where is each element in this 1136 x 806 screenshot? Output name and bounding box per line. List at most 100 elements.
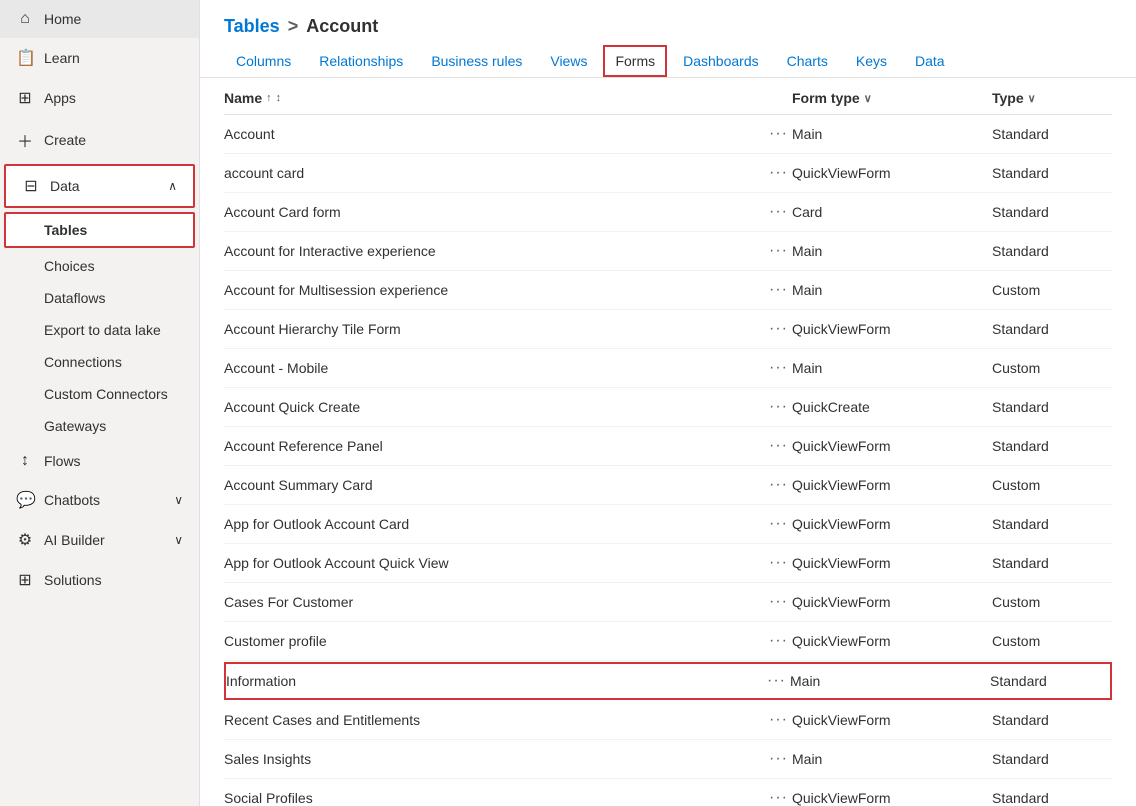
row-more-options-button[interactable]: ··· <box>765 476 792 494</box>
table-row[interactable]: Cases For Customer ··· QuickViewForm Cus… <box>224 583 1112 622</box>
row-name-text: Account for Interactive experience <box>224 243 436 259</box>
table-row[interactable]: Account - Mobile ··· Main Custom <box>224 349 1112 388</box>
sidebar-item-custom-connectors[interactable]: Custom Connectors <box>0 378 199 410</box>
tab-data[interactable]: Data <box>903 45 957 77</box>
tab-relationships[interactable]: Relationships <box>307 45 415 77</box>
row-more-options-button[interactable]: ··· <box>765 437 792 455</box>
tab-keys[interactable]: Keys <box>844 45 899 77</box>
row-name-cell: Information <box>226 673 763 689</box>
table-row[interactable]: Account for Interactive experience ··· M… <box>224 232 1112 271</box>
sidebar: ⌂ Home 📋 Learn ⊞ Apps ＋ Create ⊟ Data ∧ … <box>0 0 200 806</box>
data-icon: ⊟ <box>22 176 40 196</box>
sidebar-item-solutions[interactable]: ⊞ Solutions <box>0 560 199 600</box>
row-more-options-button[interactable]: ··· <box>765 164 792 182</box>
row-name-cell: Account for Interactive experience <box>224 243 765 259</box>
row-name-text: Recent Cases and Entitlements <box>224 712 420 728</box>
tab-business-rules[interactable]: Business rules <box>419 45 534 77</box>
table-row[interactable]: account card ··· QuickViewForm Standard <box>224 154 1112 193</box>
table-row[interactable]: Account Quick Create ··· QuickCreate Sta… <box>224 388 1112 427</box>
table-row[interactable]: App for Outlook Account Card ··· QuickVi… <box>224 505 1112 544</box>
tab-dashboards[interactable]: Dashboards <box>671 45 771 77</box>
row-more-options-button[interactable]: ··· <box>765 593 792 611</box>
sidebar-item-choices[interactable]: Choices <box>0 250 199 282</box>
sidebar-item-create[interactable]: ＋ Create <box>0 118 199 162</box>
table-row[interactable]: Social Profiles ··· QuickViewForm Standa… <box>224 779 1112 806</box>
row-formtype-cell: QuickViewForm <box>792 321 992 337</box>
tab-charts[interactable]: Charts <box>775 45 840 77</box>
row-type-cell: Custom <box>992 594 1112 610</box>
breadcrumb-tables-link[interactable]: Tables <box>224 16 280 37</box>
tab-columns[interactable]: Columns <box>224 45 303 77</box>
row-type-cell: Standard <box>992 438 1112 454</box>
row-more-options-button[interactable]: ··· <box>765 515 792 533</box>
col-header-formtype[interactable]: Form type ∨ <box>792 90 992 106</box>
sidebar-item-data[interactable]: ⊟ Data ∧ <box>4 164 195 208</box>
row-more-options-button[interactable]: ··· <box>765 203 792 221</box>
breadcrumb-current: Account <box>306 16 378 37</box>
sidebar-item-ai-builder[interactable]: ⚙ AI Builder ∨ <box>0 520 199 560</box>
row-formtype-cell: QuickViewForm <box>792 438 992 454</box>
chatbots-icon: 💬 <box>16 490 34 510</box>
row-name-cell: App for Outlook Account Quick View <box>224 555 765 571</box>
table-row[interactable]: Customer profile ··· QuickViewForm Custo… <box>224 622 1112 661</box>
table-row[interactable]: App for Outlook Account Quick View ··· Q… <box>224 544 1112 583</box>
row-name-cell: Recent Cases and Entitlements <box>224 712 765 728</box>
table-row[interactable]: Account Card form ··· Card Standard <box>224 193 1112 232</box>
table-row[interactable]: Account Reference Panel ··· QuickViewFor… <box>224 427 1112 466</box>
tab-forms[interactable]: Forms <box>603 45 667 77</box>
breadcrumb: Tables > Account <box>200 0 1136 45</box>
sidebar-item-connections[interactable]: Connections <box>0 346 199 378</box>
row-name-cell: Account - Mobile <box>224 360 765 376</box>
sidebar-item-apps[interactable]: ⊞ Apps <box>0 78 199 118</box>
sidebar-item-chatbots[interactable]: 💬 Chatbots ∨ <box>0 480 199 520</box>
row-name-cell: Customer profile <box>224 633 765 649</box>
row-more-options-button[interactable]: ··· <box>765 281 792 299</box>
row-type-cell: Custom <box>992 360 1112 376</box>
sidebar-item-dataflows[interactable]: Dataflows <box>0 282 199 314</box>
learn-icon: 📋 <box>16 48 34 68</box>
row-more-options-button[interactable]: ··· <box>765 242 792 260</box>
table-row[interactable]: Account Hierarchy Tile Form ··· QuickVie… <box>224 310 1112 349</box>
row-name-text: Social Profiles <box>224 790 313 806</box>
sidebar-item-flows[interactable]: ↕ Flows <box>0 442 199 480</box>
breadcrumb-separator: > <box>288 16 299 37</box>
forms-table: Name ↑ ↕ Form type ∨ Type ∨ Account ··· … <box>200 78 1136 806</box>
table-header-row: Name ↑ ↕ Form type ∨ Type ∨ <box>224 78 1112 115</box>
sidebar-item-tables[interactable]: Tables <box>4 212 195 248</box>
row-name-text: Account - Mobile <box>224 360 328 376</box>
row-more-options-button[interactable]: ··· <box>765 398 792 416</box>
table-row[interactable]: Account ··· Main Standard <box>224 115 1112 154</box>
row-name-cell: Account Quick Create <box>224 399 765 415</box>
table-row[interactable]: Account for Multisession experience ··· … <box>224 271 1112 310</box>
sidebar-item-export[interactable]: Export to data lake <box>0 314 199 346</box>
row-more-options-button[interactable]: ··· <box>765 711 792 729</box>
row-formtype-cell: QuickViewForm <box>792 165 992 181</box>
row-formtype-cell: QuickViewForm <box>792 594 992 610</box>
row-more-options-button[interactable]: ··· <box>765 789 792 806</box>
row-more-options-button[interactable]: ··· <box>765 359 792 377</box>
row-more-options-button[interactable]: ··· <box>765 750 792 768</box>
row-name-text: App for Outlook Account Quick View <box>224 555 449 571</box>
table-row[interactable]: Sales Insights ··· Main Standard <box>224 740 1112 779</box>
tab-views[interactable]: Views <box>538 45 599 77</box>
row-more-options-button[interactable]: ··· <box>765 125 792 143</box>
row-more-options-button[interactable]: ··· <box>765 320 792 338</box>
sidebar-item-home[interactable]: ⌂ Home <box>0 0 199 38</box>
row-more-options-button[interactable]: ··· <box>765 632 792 650</box>
table-row[interactable]: Information ··· Main Standard <box>224 662 1112 700</box>
row-formtype-cell: QuickViewForm <box>792 633 992 649</box>
row-more-options-button[interactable]: ··· <box>763 672 790 690</box>
row-formtype-cell: QuickViewForm <box>792 555 992 571</box>
row-name-cell: Account for Multisession experience <box>224 282 765 298</box>
sidebar-item-learn[interactable]: 📋 Learn <box>0 38 199 78</box>
sidebar-item-gateways[interactable]: Gateways <box>0 410 199 442</box>
row-more-options-button[interactable]: ··· <box>765 554 792 572</box>
col-header-name[interactable]: Name ↑ ↕ <box>224 90 792 106</box>
create-icon: ＋ <box>16 128 34 152</box>
table-row[interactable]: Recent Cases and Entitlements ··· QuickV… <box>224 701 1112 740</box>
row-formtype-cell: Main <box>792 243 992 259</box>
flows-icon: ↕ <box>16 452 34 470</box>
sort-asc-icon: ↑ <box>266 92 272 104</box>
table-row[interactable]: Account Summary Card ··· QuickViewForm C… <box>224 466 1112 505</box>
col-header-type[interactable]: Type ∨ <box>992 90 1112 106</box>
